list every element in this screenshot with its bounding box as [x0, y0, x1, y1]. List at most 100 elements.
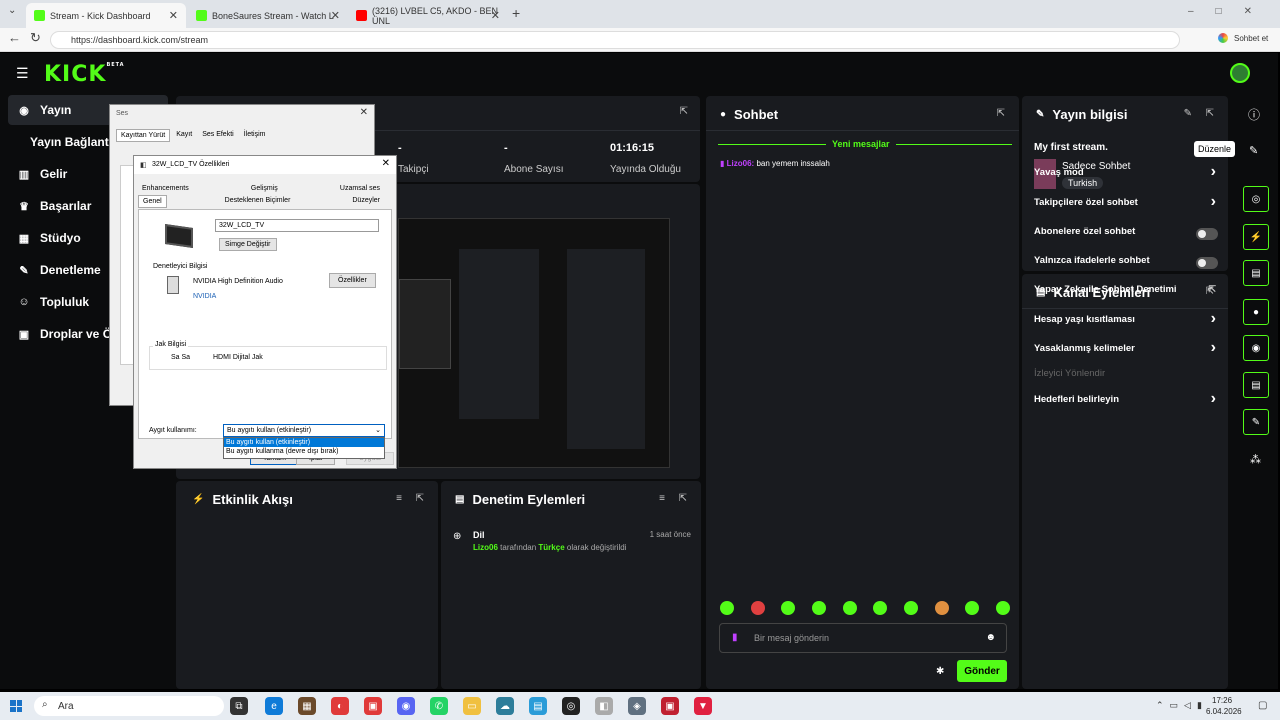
emote-icon[interactable]	[781, 601, 796, 615]
discord-icon[interactable]: ◉	[397, 697, 415, 715]
app-icon[interactable]: ▤	[529, 697, 547, 715]
app-icon[interactable]: ◈	[628, 697, 646, 715]
clock-date[interactable]: 6.04.2026	[1206, 707, 1242, 716]
popout-icon[interactable]: ⇱	[680, 106, 688, 117]
filter-icon[interactable]: ≡	[396, 493, 402, 504]
channel-action-row[interactable]: Yasaklanmış kelimeler ›	[1034, 339, 1218, 359]
avatar[interactable]	[1230, 63, 1250, 83]
drops-icon[interactable]: ⁂	[1250, 453, 1261, 466]
app-icon[interactable]: ◐	[331, 697, 349, 715]
pencil-icon[interactable]: ✎	[1249, 144, 1258, 157]
close-icon[interactable]: ✕	[360, 107, 368, 118]
properties-button[interactable]: Özellikler	[329, 273, 376, 288]
tab-enhancements[interactable]: Enhancements	[138, 183, 193, 194]
emote-icon[interactable]	[995, 601, 1010, 615]
new-tab-icon[interactable]: +	[512, 5, 520, 21]
task-view-icon[interactable]: ⧉	[230, 697, 248, 715]
emote-icon[interactable]	[934, 601, 949, 615]
browser-tab-3[interactable]: (3216) LVBEL C5, AKDO - BEN ÜNL ✕	[348, 3, 508, 28]
settings-gear-icon[interactable]: ✱	[936, 666, 944, 677]
chat-bubble-icon[interactable]: ●	[1243, 299, 1269, 325]
tab-sound-effects[interactable]: Ses Efekti	[198, 129, 238, 142]
tab-supported-formats[interactable]: Desteklenen Biçimler	[221, 195, 295, 208]
send-button[interactable]: Gönder	[957, 660, 1007, 682]
toggle-switch[interactable]	[1196, 228, 1218, 240]
emote-icon[interactable]	[720, 601, 734, 615]
popout-icon[interactable]: ⇱	[416, 493, 424, 504]
channel-action-row[interactable]: Yapay Zeka ile Sohbet Denetimi ⇱	[1034, 284, 1218, 300]
edit-icon[interactable]: ✎	[1184, 108, 1192, 119]
tab-advanced[interactable]: Gelişmiş	[247, 183, 282, 194]
close-tab-icon[interactable]: ✕	[491, 9, 500, 22]
emoji-icon[interactable]: ☻	[985, 632, 996, 643]
browser-tab-2[interactable]: BoneSaures Stream - Watch L ✕	[188, 3, 348, 28]
obs-icon[interactable]: ◎	[562, 697, 580, 715]
channel-action-row[interactable]: İzleyici Yönlendir	[1034, 368, 1218, 384]
tray-icons[interactable]: ⌃▭◁▮	[1156, 700, 1208, 711]
mod-user[interactable]: Lizo06	[473, 543, 498, 552]
channel-action-row[interactable]: Abonelere özel sohbet	[1034, 226, 1218, 242]
popout-icon[interactable]: ⇱	[997, 108, 1005, 119]
copilot-icon[interactable]	[1218, 33, 1228, 43]
document-icon[interactable]: ▤	[1243, 260, 1269, 286]
clock-time[interactable]: 17:26	[1212, 696, 1232, 705]
toggle-switch[interactable]	[1196, 257, 1218, 269]
tab-recording[interactable]: Kayıt	[172, 129, 196, 142]
menu-icon[interactable]: ☰	[16, 65, 29, 82]
taskbar-search[interactable]: ⌕ Ara	[34, 696, 224, 716]
notifications-icon[interactable]: ▢	[1258, 700, 1267, 711]
tab-list-chevron-icon[interactable]: ⌄	[8, 5, 16, 16]
usage-option[interactable]: Bu aygıtı kullan (etkinleştir)	[224, 438, 384, 447]
device-name-input[interactable]: 32W_LCD_TV	[215, 219, 379, 232]
close-tab-icon[interactable]: ✕	[169, 9, 178, 22]
back-icon[interactable]: ←	[8, 30, 21, 45]
broadcast-icon[interactable]: ◉	[1243, 335, 1269, 361]
filter-icon[interactable]: ≡	[659, 493, 665, 504]
emote-icon[interactable]	[750, 601, 765, 615]
change-icon-button[interactable]: Simge Değiştir	[219, 238, 277, 251]
channel-action-row[interactable]: Yavaş mod ›	[1034, 163, 1218, 183]
chat-button[interactable]: Sohbet et	[1234, 34, 1268, 43]
browser-tab-1[interactable]: Stream - Kick Dashboard ✕	[26, 3, 186, 28]
popout-icon[interactable]: ⇱	[679, 493, 687, 504]
stream-preview-video[interactable]	[398, 218, 670, 468]
edge-icon[interactable]: e	[265, 697, 283, 715]
app-icon[interactable]: ▼	[694, 697, 712, 715]
emote-icon[interactable]	[811, 601, 826, 615]
list-icon[interactable]: ▤	[1243, 372, 1269, 398]
close-tab-icon[interactable]: ✕	[331, 9, 340, 22]
url-input[interactable]: https://dashboard.kick.com/stream	[50, 31, 1180, 49]
usage-option[interactable]: Bu aygıtı kullanma (devre dışı bırak)	[224, 447, 384, 456]
emote-icon[interactable]	[842, 601, 857, 615]
camera-icon[interactable]: ◎	[1243, 186, 1269, 212]
minecraft-icon[interactable]: ▦	[298, 697, 316, 715]
emote-icon[interactable]	[873, 601, 888, 615]
controller-vendor[interactable]: NVIDIA	[193, 293, 216, 300]
app-icon[interactable]: ☁	[496, 697, 514, 715]
close-icon[interactable]: ✕	[382, 158, 390, 169]
emote-icon[interactable]	[903, 601, 918, 615]
file-explorer-icon[interactable]: ▭	[463, 697, 481, 715]
channel-action-row[interactable]: Hedefleri belirleyin ›	[1034, 390, 1218, 410]
app-icon[interactable]: ▣	[661, 697, 679, 715]
tab-playback[interactable]: Kayıttan Yürüt	[116, 129, 171, 142]
emote-icon[interactable]	[965, 601, 980, 615]
tab-levels[interactable]: Düzeyler	[348, 195, 384, 208]
window-controls[interactable]: –□✕	[1188, 6, 1274, 17]
chat-user[interactable]: Lizo06:	[727, 159, 755, 168]
channel-action-row[interactable]: Yalnızca ifadelerle sohbet	[1034, 255, 1218, 271]
whatsapp-icon[interactable]: ✆	[430, 697, 448, 715]
app-icon[interactable]: ▣	[364, 697, 382, 715]
channel-action-row[interactable]: Hesap yaşı kısıtlaması ›	[1034, 310, 1218, 330]
windows-start-icon[interactable]	[10, 700, 22, 712]
wrench-icon[interactable]: ✎	[1243, 409, 1269, 435]
chat-input[interactable]: ▮ Bir mesaj gönderin ☻	[719, 623, 1007, 653]
usage-select[interactable]: Bu aygıtı kullan (etkinleştir) ⌄	[223, 424, 385, 437]
app-icon[interactable]: ◧	[595, 697, 613, 715]
channel-action-row[interactable]: Takipçilere özel sohbet ›	[1034, 193, 1218, 213]
tab-spatial-sound[interactable]: Uzamsal ses	[336, 183, 384, 194]
reload-icon[interactable]: ↻	[30, 30, 41, 46]
tab-communication[interactable]: İletişim	[240, 129, 270, 142]
lightning-icon[interactable]: ⚡	[1243, 224, 1269, 250]
popout-icon[interactable]: ⇱	[1206, 108, 1214, 119]
